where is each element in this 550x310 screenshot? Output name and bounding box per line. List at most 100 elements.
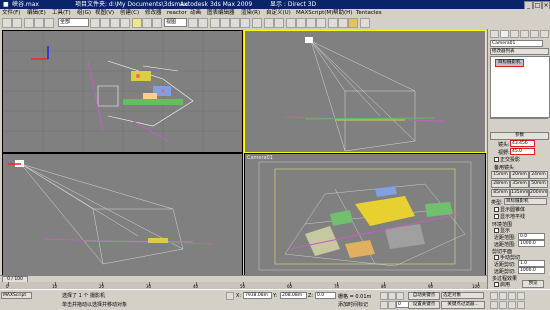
bind-spacewarp-icon[interactable] [44,18,54,28]
zoom-extents-icon[interactable] [508,292,516,300]
spinner-snap-icon[interactable] [240,18,250,28]
key-mode-dropdown[interactable]: 选定对象 [441,292,484,299]
key-filters-button[interactable]: 关键点过滤器... [441,301,485,309]
type-dropdown[interactable]: 目标摄影机 [504,198,547,205]
lens-24mm-button[interactable]: 24mm [529,171,548,179]
lens-15mm-button[interactable]: 15mm [491,171,510,179]
window-crossing-icon[interactable] [120,18,130,28]
render-type-icon[interactable] [360,18,370,28]
menu-animation[interactable]: 动画 [190,9,201,17]
show-cone-checkbox[interactable] [494,207,499,212]
play-icon[interactable] [396,292,404,300]
schematic-view-icon[interactable] [306,18,316,28]
near-clip-field[interactable]: 1.0 [518,260,545,267]
render-frame-icon[interactable] [338,18,348,28]
rectangle-selection-icon[interactable] [110,18,120,28]
goto-end-icon[interactable] [388,301,396,309]
env-show-checkbox[interactable] [494,228,499,233]
prev-frame-icon[interactable] [388,292,396,300]
far-clip-field[interactable]: 1000.0 [518,267,545,274]
viewport-top-left[interactable] [2,30,243,153]
snap-toggle-icon[interactable] [210,18,220,28]
menu-tentacles[interactable]: Tentacles [356,9,382,17]
preview-button[interactable]: 预览 [522,280,544,288]
material-editor-icon[interactable] [316,18,326,28]
x-coordinate-field[interactable]: 7938.08m [243,292,272,299]
select-by-name-icon[interactable] [100,18,110,28]
select-and-move-icon[interactable] [132,18,142,28]
pan-view-icon[interactable] [499,301,507,309]
goto-start-icon[interactable] [380,292,388,300]
modifier-stack[interactable]: 目标摄影机 [490,56,550,118]
menu-graph-editors[interactable]: 图表编辑器 [207,9,235,17]
named-selection-icon[interactable] [252,18,262,28]
menu-tools[interactable]: 工具(T) [52,9,71,17]
auto-key-button[interactable]: 自动关键点 [408,292,440,300]
maximize-viewport-icon[interactable] [517,301,525,309]
create-tab-icon[interactable] [490,30,499,38]
motion-tab-icon[interactable] [520,30,529,38]
utilities-tab-icon[interactable] [540,30,549,38]
menu-customize[interactable]: 自定义(U) [266,9,291,17]
lens-20mm-button[interactable]: 20mm [510,171,529,179]
menu-edit[interactable]: 编辑(E) [27,9,46,17]
pivot-center-icon[interactable] [188,18,198,28]
modify-tab-icon[interactable] [500,30,509,38]
lens-28mm-button[interactable]: 28mm [491,180,510,188]
layer-manager-icon[interactable] [286,18,296,28]
percent-snap-icon[interactable] [230,18,240,28]
stack-item[interactable]: 目标摄影机 [495,59,524,67]
viewport-camera[interactable]: Camera01 [244,153,486,276]
mirror-icon[interactable] [264,18,274,28]
show-horizon-checkbox[interactable] [494,214,499,219]
manual-clip-checkbox[interactable] [494,255,499,260]
menu-maxscript[interactable]: MAXScript(M) [296,9,333,17]
orthographic-checkbox[interactable] [494,157,499,162]
lens-50mm-button[interactable]: 50mm [529,180,548,188]
unlink-icon[interactable] [34,18,44,28]
redo-icon[interactable] [12,18,22,28]
menu-help[interactable]: 帮助(H) [333,9,352,17]
field-of-view-icon[interactable] [490,301,498,309]
undo-icon[interactable] [2,18,12,28]
arc-rotate-icon[interactable] [508,301,516,309]
align-icon[interactable] [274,18,284,28]
manipulate-icon[interactable] [198,18,208,28]
next-frame-icon[interactable] [380,301,388,309]
menu-reactor[interactable]: reactor [167,9,187,17]
curve-editor-icon[interactable] [296,18,306,28]
far-range-field[interactable]: 1000.0 [518,240,545,247]
zoom-all-icon[interactable] [499,292,507,300]
modifier-list-dropdown[interactable]: 修改器列表 [490,48,549,55]
y-coordinate-field[interactable]: 208.08m [280,292,307,299]
selection-filter-dropdown[interactable]: 全部 [58,18,89,27]
fov-field[interactable]: 45.0 [510,148,535,155]
lock-selection-icon[interactable] [226,292,234,300]
lens-field[interactable]: 43.456 [510,140,535,147]
z-coordinate-field[interactable]: 0.0 [315,292,336,299]
menu-file[interactable]: 文件(F) [2,9,20,17]
lens-200mm-button[interactable]: 200mm [529,189,548,197]
menu-modifiers[interactable]: 修改器 [145,9,162,17]
menu-rendering[interactable]: 渲染(R) [241,9,260,17]
set-key-button[interactable]: 设置关键点 [408,301,440,309]
quick-render-icon[interactable] [348,18,358,28]
select-object-icon[interactable] [90,18,100,28]
viewport-top-right[interactable] [244,30,486,153]
add-time-tag[interactable]: 添加时间标记 [338,301,368,308]
rollout-parameters[interactable]: 参数 [490,132,549,140]
angle-snap-icon[interactable] [220,18,230,28]
lens-85mm-button[interactable]: 85mm [491,189,510,197]
menu-group[interactable]: 组(G) [77,9,91,17]
menu-views[interactable]: 视图(V) [95,9,114,17]
object-name-field[interactable]: Camera01 [490,40,543,47]
reference-coordinate-dropdown[interactable]: 视图 [164,18,187,27]
viewport-bottom-left[interactable] [2,153,243,276]
time-slider[interactable]: 0 / 100 0 10 20 30 40 50 60 70 80 90 100 [0,275,487,290]
menu-create[interactable]: 创建(C) [120,9,139,17]
lens-35mm-button[interactable]: 35mm [510,180,529,188]
multipass-enable-checkbox[interactable] [494,282,499,287]
render-setup-icon[interactable] [328,18,338,28]
hierarchy-tab-icon[interactable] [510,30,519,38]
lens-135mm-button[interactable]: 135mm [510,189,529,197]
